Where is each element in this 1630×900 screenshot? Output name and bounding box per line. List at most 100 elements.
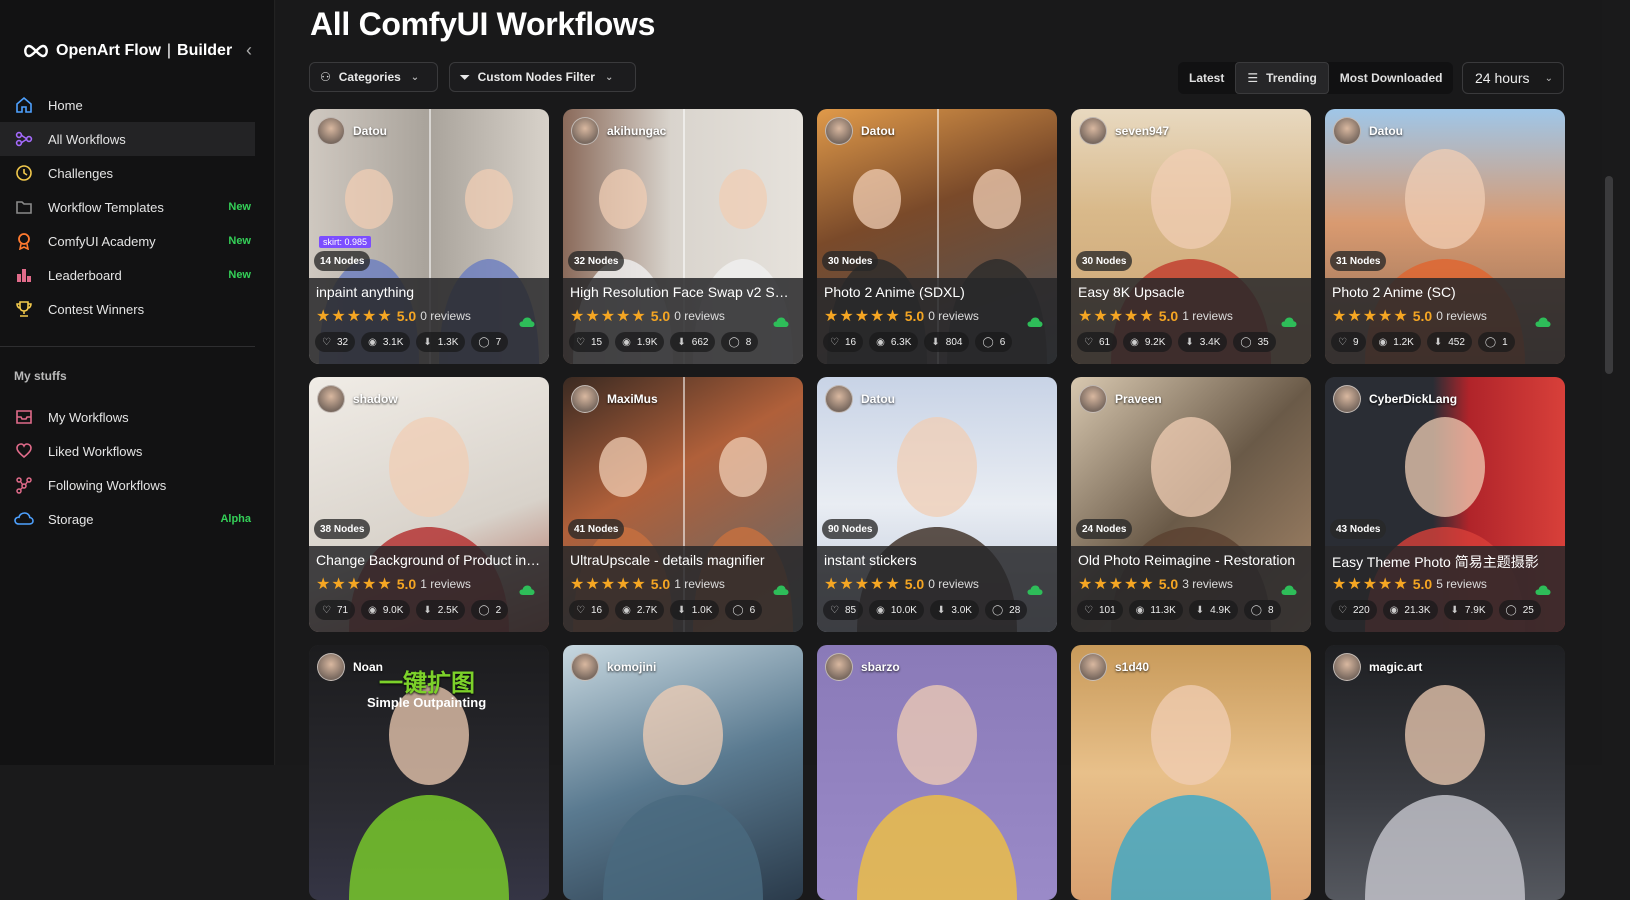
- card-author[interactable]: magic.art: [1333, 653, 1422, 681]
- card-author[interactable]: seven947: [1079, 117, 1169, 145]
- sidebar-item-label: Challenges: [48, 165, 114, 181]
- sidebar-item-comfyui-academy[interactable]: ComfyUI Academy New: [0, 224, 255, 258]
- workflow-thumbnail[interactable]: [563, 645, 803, 900]
- workflow-card[interactable]: Datou 30 Nodes Photo 2 Anime (SDXL) ★★★★★ 5.…: [817, 109, 1057, 364]
- heart-icon: [14, 441, 34, 461]
- categories-dropdown[interactable]: ⚇ Categories ⌄: [309, 62, 438, 92]
- sidebar-item-my-workflows[interactable]: My Workflows: [0, 400, 255, 434]
- workflow-title[interactable]: Easy 8K Upsacle: [1078, 284, 1304, 300]
- card-author[interactable]: MaxiMus: [571, 385, 658, 413]
- scrollbar[interactable]: [1602, 0, 1616, 765]
- stat-value: 8: [1267, 604, 1274, 616]
- stat-value: 220: [1352, 604, 1370, 616]
- stat-comments: ◯ 2: [471, 600, 509, 620]
- workflow-title[interactable]: inpaint anything: [316, 284, 542, 300]
- review-count: 1 reviews: [674, 577, 725, 591]
- card-author[interactable]: s1d40: [1079, 653, 1149, 681]
- scrollbar-thumb[interactable]: [1605, 176, 1613, 374]
- collapse-sidebar-icon[interactable]: ‹: [246, 40, 252, 61]
- stat-downloads: ⬇ 662: [670, 332, 716, 352]
- sidebar-item-workflow-templates[interactable]: Workflow Templates New: [0, 190, 255, 224]
- workflow-card[interactable]: CyberDickLang 43 Nodes Easy Theme Photo 简易…: [1325, 377, 1565, 632]
- workflow-thumbnail[interactable]: [817, 645, 1057, 900]
- card-author[interactable]: Datou: [825, 117, 895, 145]
- card-stats: ♡ 16 ◉ 2.7K ⬇ 1.0K ◯ 6: [569, 600, 763, 620]
- rating: ★★★★★ 5.0 1 reviews: [316, 574, 471, 594]
- workflow-thumbnail[interactable]: [1071, 645, 1311, 900]
- heart-icon: ♡: [322, 336, 331, 348]
- workflow-card[interactable]: seven947 30 Nodes Easy 8K Upsacle ★★★★★ 5.0 1…: [1071, 109, 1311, 364]
- card-author[interactable]: Datou: [1333, 117, 1403, 145]
- workflow-card[interactable]: s1d40: [1071, 645, 1311, 900]
- workflow-title[interactable]: UltraUpscale - details magnifier: [570, 552, 796, 568]
- card-info: Easy 8K Upsacle ★★★★★ 5.0 1 reviews ♡ 61 ◉ 9.2K…: [1071, 278, 1311, 364]
- card-info: Photo 2 Anime (SDXL) ★★★★★ 5.0 0 reviews ♡ 16…: [817, 278, 1057, 364]
- stat-value: 16: [844, 336, 857, 348]
- tab-most-downloaded[interactable]: Most Downloaded: [1329, 62, 1454, 94]
- card-author[interactable]: CyberDickLang: [1333, 385, 1457, 413]
- workflow-card[interactable]: shadow 38 Nodes Change Background of Produ…: [309, 377, 549, 632]
- sidebar-item-challenges[interactable]: Challenges: [0, 156, 255, 190]
- sidebar-item-following-workflows[interactable]: Following Workflows: [0, 468, 255, 502]
- eye-icon: ◉: [622, 336, 631, 348]
- workflow-card[interactable]: komojini: [563, 645, 803, 900]
- author-name: Praveen: [1115, 392, 1162, 406]
- stat-value: 3.0K: [951, 604, 972, 616]
- author-name: CyberDickLang: [1369, 392, 1458, 406]
- stat-likes: ♡ 15: [569, 332, 610, 352]
- workflow-card[interactable]: Datou skirt: 0.985 14 Nodes inpaint anythin…: [309, 109, 549, 364]
- brand-logo[interactable]: OpenArt Flow | Builder ‹: [22, 38, 252, 64]
- workflow-title[interactable]: Old Photo Reimagine - Restoration: [1078, 552, 1304, 568]
- sidebar-item-contest-winners[interactable]: Contest Winners: [0, 292, 255, 326]
- stat-value: 10.0K: [890, 604, 917, 616]
- workflow-title[interactable]: High Resolution Face Swap v2 SUPIR: [570, 284, 796, 300]
- sidebar-item-liked-workflows[interactable]: Liked Workflows: [0, 434, 255, 468]
- time-range-select[interactable]: 24 hours ⌄: [1462, 62, 1564, 94]
- card-author[interactable]: komojini: [571, 653, 656, 681]
- tab-latest[interactable]: Latest: [1178, 62, 1235, 94]
- card-info: Photo 2 Anime (SC) ★★★★★ 5.0 0 reviews ♡ 9 ◉ 1.…: [1325, 278, 1565, 364]
- workflow-card[interactable]: magic.art: [1325, 645, 1565, 900]
- workflow-card[interactable]: Datou 90 Nodes instant stickers ★★★★★ 5.0 0 r…: [817, 377, 1057, 632]
- download-icon: ⬇: [1450, 604, 1459, 616]
- workflow-title[interactable]: Easy Theme Photo 简易主题摄影: [1332, 552, 1558, 572]
- workflow-card[interactable]: Praveen 24 Nodes Old Photo Reimagine - Res…: [1071, 377, 1311, 632]
- workflow-icon: [14, 129, 34, 149]
- stat-value: 61: [1098, 336, 1111, 348]
- card-author[interactable]: Datou: [317, 117, 387, 145]
- avatar: [825, 385, 853, 413]
- comment-icon: ◯: [1240, 336, 1252, 348]
- stat-likes: ♡ 101: [1077, 600, 1123, 620]
- stat-comments: ◯ 6: [725, 600, 763, 620]
- sidebar-item-leaderboard[interactable]: Leaderboard New: [0, 258, 255, 292]
- workflow-title[interactable]: Change Background of Product in Minutes: [316, 552, 542, 568]
- stat-comments: ◯ 8: [1243, 600, 1281, 620]
- workflow-card[interactable]: Datou 31 Nodes Photo 2 Anime (SC) ★★★★★ 5.0 0…: [1325, 109, 1565, 364]
- workflow-title[interactable]: instant stickers: [824, 552, 1050, 568]
- sidebar-item-home[interactable]: Home: [0, 88, 255, 122]
- author-name: MaxiMus: [607, 392, 658, 406]
- workflow-card[interactable]: akihungac 32 Nodes High Resolution Face Sw…: [563, 109, 803, 364]
- stat-value: 9.0K: [382, 604, 404, 616]
- card-author[interactable]: akihungac: [571, 117, 666, 145]
- card-author[interactable]: Praveen: [1079, 385, 1162, 413]
- workflow-title[interactable]: Photo 2 Anime (SDXL): [824, 284, 1050, 300]
- card-author[interactable]: Datou: [825, 385, 895, 413]
- stat-value: 2: [495, 604, 502, 616]
- workflow-card[interactable]: MaxiMus 41 Nodes UltraUpscale - details ma…: [563, 377, 803, 632]
- workflow-card[interactable]: sbarzo: [817, 645, 1057, 900]
- workflow-title[interactable]: Photo 2 Anime (SC): [1332, 284, 1558, 300]
- card-stats: ♡ 9 ◉ 1.2K ⬇ 452 ◯ 1: [1331, 332, 1515, 352]
- card-author[interactable]: Noan: [317, 653, 383, 681]
- card-author[interactable]: shadow: [317, 385, 398, 413]
- card-author[interactable]: sbarzo: [825, 653, 900, 681]
- workflow-thumbnail[interactable]: [1325, 645, 1565, 900]
- leaderboard-icon: [14, 265, 34, 285]
- tab-trending[interactable]: ☰ Trending: [1235, 62, 1329, 94]
- download-icon: ⬇: [1195, 604, 1205, 616]
- custom-nodes-filter-dropdown[interactable]: ⏷ Custom Nodes Filter ⌄: [449, 62, 636, 92]
- sidebar-item-storage[interactable]: Storage Alpha: [0, 502, 255, 536]
- sidebar-item-all-workflows[interactable]: All Workflows: [0, 122, 255, 156]
- avatar: [1333, 653, 1361, 681]
- workflow-card[interactable]: 一键扩图 Simple Outpainting Noan: [309, 645, 549, 900]
